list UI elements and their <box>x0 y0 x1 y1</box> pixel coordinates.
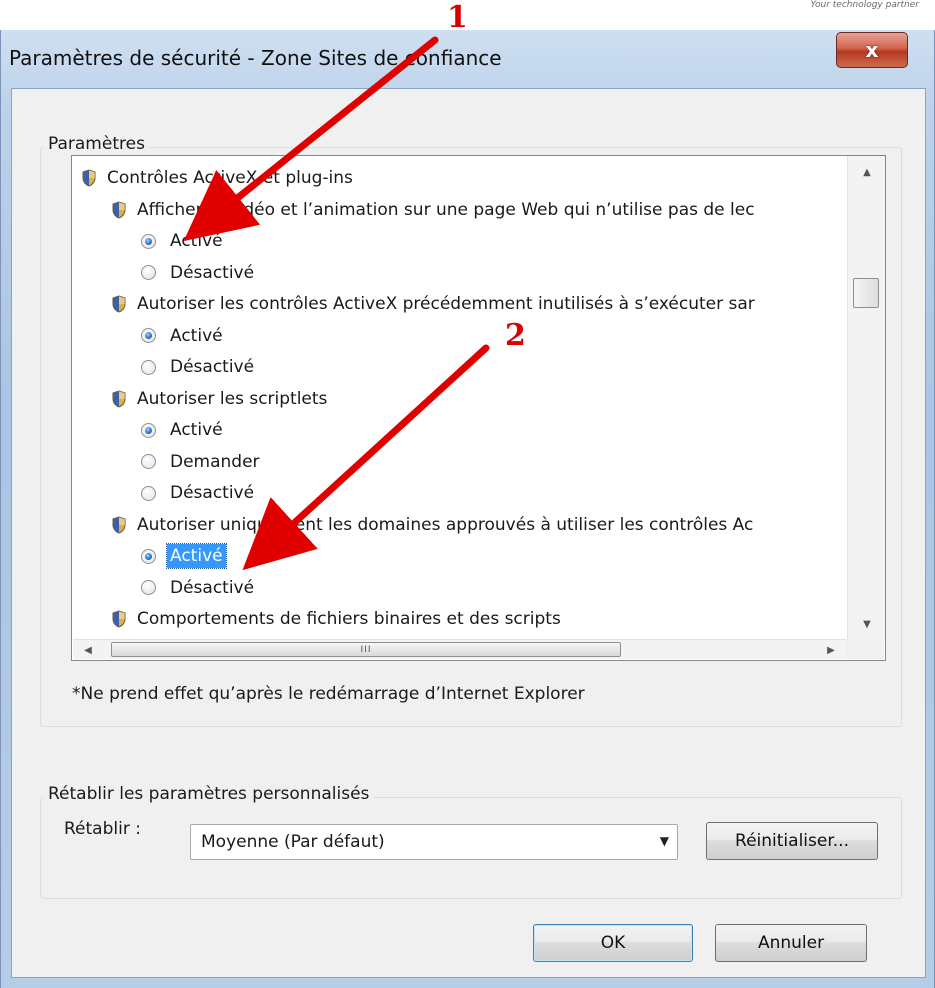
radio-button[interactable] <box>141 548 156 564</box>
title-bar[interactable]: Paramètres de sécurité - Zone Sites de c… <box>1 30 934 88</box>
restart-note: *Ne prend effet qu’après le redémarrage … <box>72 684 585 704</box>
radio-button[interactable] <box>141 454 156 469</box>
dialog-client-area: Paramètres Contrôles ActiveX et plug-ins… <box>11 88 926 978</box>
ok-button[interactable]: OK <box>533 924 693 962</box>
reset-level-value: Moyenne (Par défaut) <box>201 832 385 852</box>
settings-row-label: Activé <box>170 420 223 440</box>
scroll-up-arrow-icon[interactable]: ▲ <box>848 160 886 184</box>
settings-item[interactable]: Afficher la vidéo et l’animation sur une… <box>111 195 755 225</box>
settings-row-label: Comportements de fichiers binaires et de… <box>137 609 561 629</box>
dialog-window: Paramètres de sécurité - Zone Sites de c… <box>0 30 935 988</box>
shield-icon <box>111 515 127 534</box>
cancel-button[interactable]: Annuler <box>715 924 867 962</box>
settings-row-label: Demander <box>170 451 260 472</box>
settings-list-viewport[interactable]: Contrôles ActiveX et plug-ins Afficher la… <box>73 157 846 641</box>
radio-button[interactable] <box>141 580 156 595</box>
annotation-number-1: 1 <box>447 0 468 35</box>
settings-row-label: Contrôles ActiveX et plug-ins <box>107 168 353 188</box>
settings-item[interactable]: Comportements de fichiers binaires et de… <box>111 604 561 634</box>
shield-icon <box>111 200 127 219</box>
brand-tagline: Your technology partner <box>810 0 919 10</box>
settings-row-label: Activé <box>170 231 223 251</box>
dropdown-arrow-icon: ▼ <box>659 834 669 848</box>
close-button[interactable]: x <box>836 32 908 68</box>
annotation-number-2: 2 <box>505 318 526 353</box>
radio-button[interactable] <box>141 328 156 343</box>
settings-row-label: Afficher la vidéo et l’animation sur une… <box>137 199 755 220</box>
settings-item[interactable]: Autoriser les scriptlets <box>111 384 327 414</box>
settings-list[interactable]: Contrôles ActiveX et plug-ins Afficher la… <box>71 155 886 661</box>
reset-level-select[interactable]: Moyenne (Par défaut) ▼ <box>190 824 678 860</box>
scroll-down-arrow-icon[interactable]: ▼ <box>848 612 886 636</box>
settings-option[interactable]: Activé <box>141 541 227 571</box>
radio-button[interactable] <box>141 485 156 501</box>
radio-button[interactable] <box>141 422 156 438</box>
scrollbar-corner <box>846 639 884 659</box>
settings-option[interactable]: Désactivé <box>141 352 254 382</box>
settings-row-label: Activé <box>166 543 227 569</box>
settings-option[interactable]: Demander <box>141 447 260 477</box>
settings-category[interactable]: Contrôles ActiveX et plug-ins <box>81 163 353 193</box>
settings-option[interactable]: Désactivé <box>141 573 254 603</box>
reset-button[interactable]: Réinitialiser... <box>706 822 878 860</box>
settings-row-label: Désactivé <box>170 483 255 503</box>
scroll-left-arrow-icon[interactable]: ◀ <box>77 640 99 660</box>
scroll-grip-icon: III <box>360 644 372 655</box>
reset-field-label: Rétablir : <box>64 819 141 839</box>
radio-button[interactable] <box>141 233 156 249</box>
settings-item[interactable]: Autoriser uniquement les domaines approu… <box>111 510 753 540</box>
reset-group-label: Rétablir les paramètres personnalisés <box>44 784 374 804</box>
settings-row-label: Autoriser les contrôles ActiveX précédem… <box>137 294 755 314</box>
radio-button[interactable] <box>141 265 156 280</box>
settings-row-label: Autoriser les scriptlets <box>137 388 328 409</box>
settings-row-label: Désactivé <box>170 577 255 598</box>
horizontal-scroll-thumb[interactable]: III <box>111 642 621 657</box>
horizontal-scrollbar[interactable]: ◀ III ▶ <box>73 639 846 659</box>
scroll-right-arrow-icon[interactable]: ▶ <box>820 640 842 660</box>
vertical-scroll-thumb[interactable] <box>853 278 879 308</box>
settings-option[interactable]: Activé <box>141 226 223 256</box>
settings-option[interactable]: Désactivé <box>141 478 254 508</box>
close-icon: x <box>865 38 879 62</box>
radio-button[interactable] <box>141 359 156 375</box>
settings-option[interactable]: Activé <box>141 321 223 351</box>
settings-row-label: Désactivé <box>170 262 255 283</box>
shield-icon <box>111 295 127 313</box>
settings-option[interactable]: Désactivé <box>141 258 254 288</box>
vertical-scrollbar[interactable]: ▲ ▼ <box>847 156 885 640</box>
settings-row-label: Activé <box>170 325 223 346</box>
window-title: Paramètres de sécurité - Zone Sites de c… <box>9 46 502 70</box>
settings-row-label: Désactivé <box>170 357 255 377</box>
settings-item[interactable]: Autoriser les contrôles ActiveX précédem… <box>111 289 755 319</box>
settings-row-label: Autoriser uniquement les domaines approu… <box>137 514 754 535</box>
settings-option[interactable]: Activé <box>141 415 223 445</box>
shield-icon <box>81 169 97 187</box>
shield-icon <box>111 389 127 408</box>
shield-icon <box>111 610 127 628</box>
settings-group-label: Paramètres <box>44 134 149 154</box>
